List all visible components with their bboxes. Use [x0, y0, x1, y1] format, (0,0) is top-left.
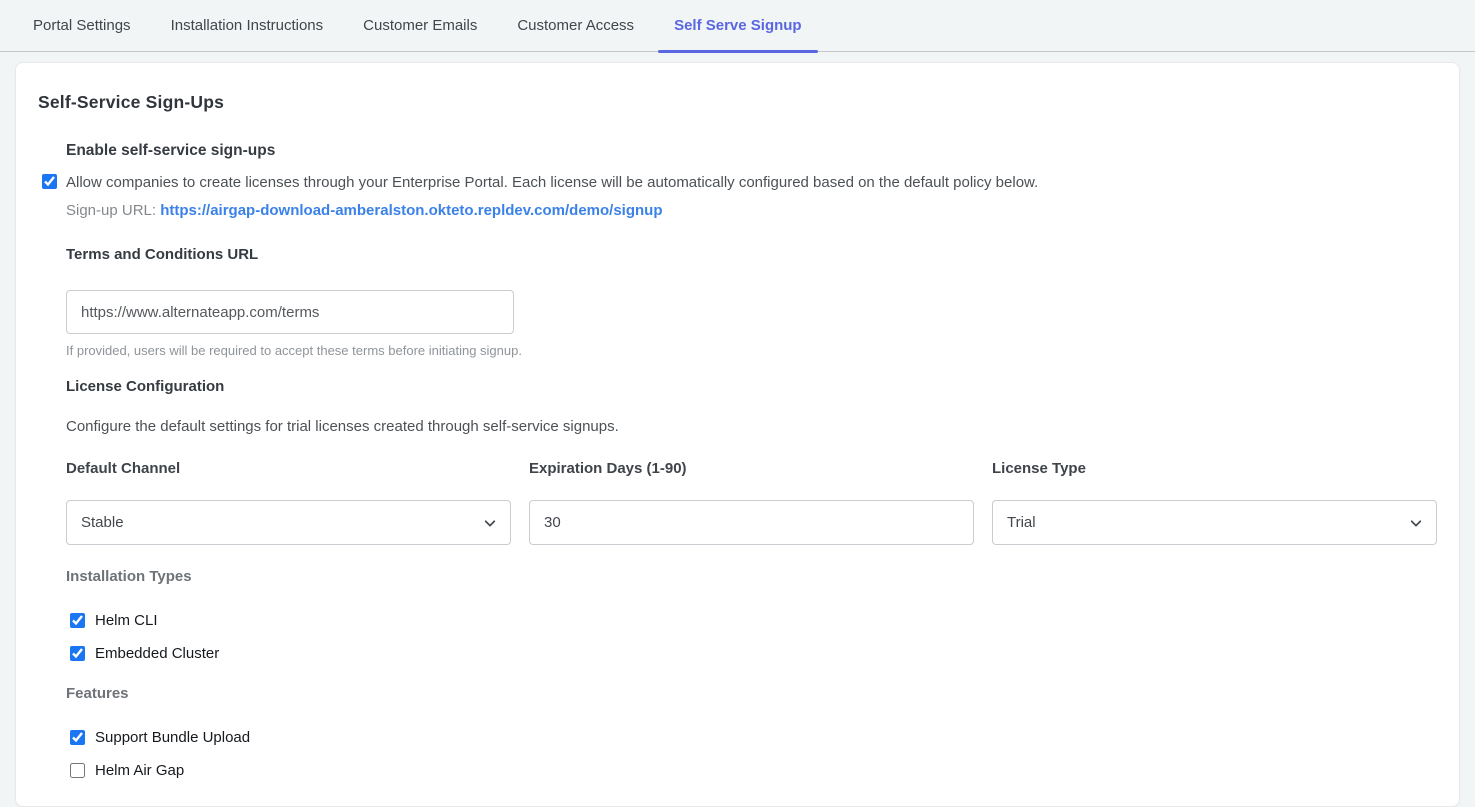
expiration-days-field: Expiration Days (1-90): [529, 460, 974, 545]
features-heading: Features: [66, 684, 1437, 704]
terms-helper-text: If provided, users will be required to a…: [66, 343, 1437, 358]
terms-url-label: Terms and Conditions URL: [66, 245, 1437, 265]
default-channel-select[interactable]: Stable: [66, 500, 511, 545]
self-service-signups-card: Self-Service Sign-Ups Enable self-servic…: [15, 62, 1460, 807]
license-type-select-wrap: Trial: [992, 500, 1437, 545]
signup-url-link[interactable]: https://airgap-download-amberalston.okte…: [160, 202, 662, 219]
tab-label: Self Serve Signup: [674, 17, 802, 34]
tab-customer-emails[interactable]: Customer Emails: [347, 0, 493, 51]
expiration-days-label: Expiration Days (1-90): [529, 460, 974, 478]
tab-label: Portal Settings: [33, 17, 131, 34]
license-type-field: License Type Trial: [992, 460, 1437, 545]
expiration-days-input[interactable]: [529, 500, 974, 545]
helm-cli-checkbox[interactable]: [70, 613, 85, 628]
embedded-cluster-label: Embedded Cluster: [95, 645, 219, 662]
license-fields-row: Default Channel Stable Expiration Days (…: [66, 460, 1437, 545]
expiration-days-input-wrap: [529, 500, 974, 545]
support-bundle-upload-label: Support Bundle Upload: [95, 729, 250, 746]
active-tab-indicator: [658, 50, 818, 53]
feature-row: Support Bundle Upload: [70, 729, 1437, 746]
signup-url-line: Sign-up URL: https://airgap-download-amb…: [66, 200, 1437, 221]
enable-signups-row: Allow companies to create licenses throu…: [66, 172, 1437, 193]
helm-air-gap-label: Helm Air Gap: [95, 762, 184, 779]
tab-self-serve-signup[interactable]: Self Serve Signup: [658, 0, 818, 51]
default-channel-field: Default Channel Stable: [66, 460, 511, 545]
tab-label: Customer Emails: [363, 17, 477, 34]
license-configuration-description: Configure the default settings for trial…: [66, 417, 1437, 437]
helm-air-gap-checkbox[interactable]: [70, 763, 85, 778]
tab-installation-instructions[interactable]: Installation Instructions: [155, 0, 340, 51]
tab-label: Installation Instructions: [171, 17, 324, 34]
installation-type-row: Embedded Cluster: [70, 645, 1437, 662]
feature-row: Helm Air Gap: [70, 762, 1437, 779]
enable-signups-heading: Enable self-service sign-ups: [66, 140, 1437, 161]
embedded-cluster-checkbox[interactable]: [70, 646, 85, 661]
card-content: Enable self-service sign-ups Allow compa…: [66, 140, 1437, 779]
terms-url-input[interactable]: [66, 290, 514, 334]
tab-customer-access[interactable]: Customer Access: [501, 0, 650, 51]
tab-label: Customer Access: [517, 17, 634, 34]
default-channel-label: Default Channel: [66, 460, 511, 478]
license-type-select[interactable]: Trial: [992, 500, 1437, 545]
signup-url-label: Sign-up URL:: [66, 202, 156, 219]
support-bundle-upload-checkbox[interactable]: [70, 730, 85, 745]
enable-signups-description: Allow companies to create licenses throu…: [66, 174, 1038, 191]
settings-tab-bar: Portal Settings Installation Instruction…: [0, 0, 1475, 52]
tab-portal-settings[interactable]: Portal Settings: [17, 0, 147, 51]
helm-cli-label: Helm CLI: [95, 612, 158, 629]
installation-type-row: Helm CLI: [70, 612, 1437, 629]
license-configuration-heading: License Configuration: [66, 377, 1437, 397]
default-channel-select-wrap: Stable: [66, 500, 511, 545]
installation-types-heading: Installation Types: [66, 567, 1437, 587]
page-title: Self-Service Sign-Ups: [38, 91, 1437, 114]
enable-signups-checkbox[interactable]: [42, 174, 57, 189]
license-type-label: License Type: [992, 460, 1437, 478]
